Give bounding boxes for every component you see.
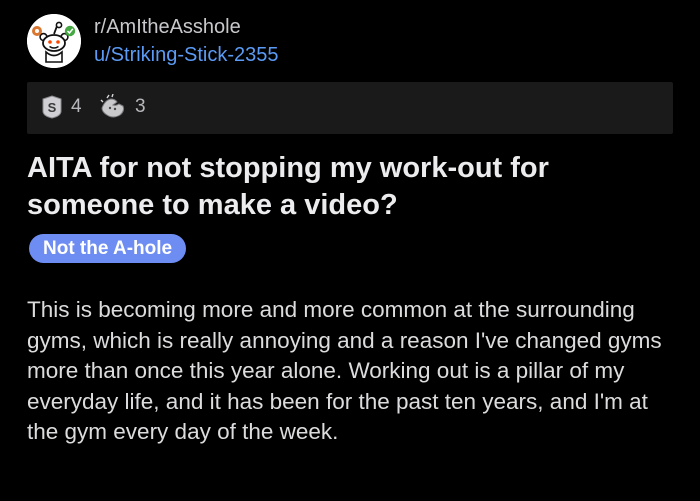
post-meta: r/AmItheAsshole u/Striking-Stick-2355: [94, 14, 279, 68]
username-link[interactable]: u/Striking-Stick-2355: [94, 42, 279, 68]
silver-award-icon: S: [42, 95, 62, 119]
award-count: 4: [71, 96, 82, 117]
awards-bar: S 4 3: [27, 82, 673, 134]
award-wholesome[interactable]: 3: [99, 94, 146, 120]
post-body: This is becoming more and more common at…: [27, 297, 662, 444]
wholesome-hug-award-icon: [100, 94, 125, 118]
award-count: 3: [135, 96, 146, 117]
reddit-snoo-avatar-icon[interactable]: [27, 14, 81, 68]
svg-text:S: S: [48, 100, 57, 115]
post-header: r/AmItheAsshole u/Striking-Stick-2355: [27, 14, 687, 70]
subreddit-link[interactable]: r/AmItheAsshole: [94, 14, 279, 40]
post-flair[interactable]: Not the A-hole: [29, 234, 187, 263]
post-title[interactable]: AITA for not stopping my work-out for so…: [27, 150, 677, 224]
award-silver[interactable]: S 4: [41, 94, 82, 120]
